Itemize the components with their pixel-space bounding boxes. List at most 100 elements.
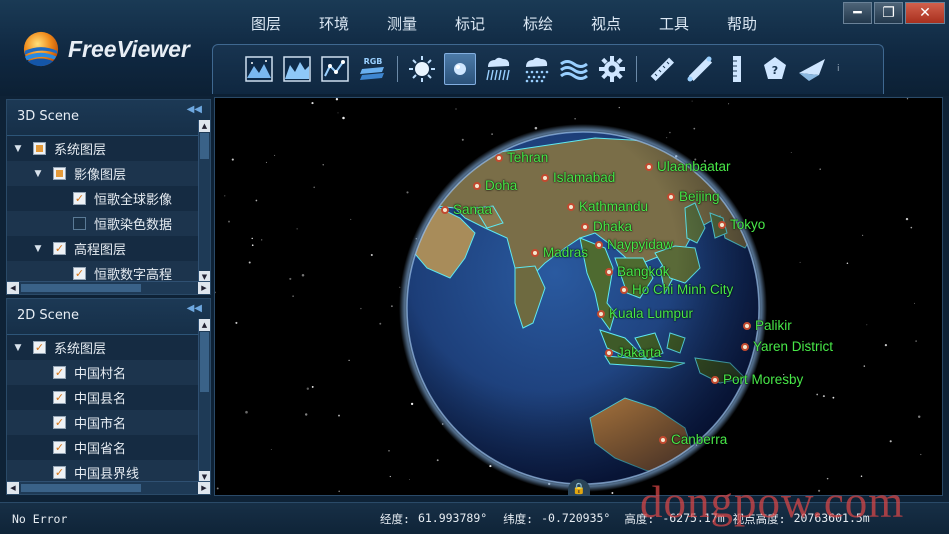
tree-item-system-layers-2d[interactable]: ▼ ✓ 系统图层 [7,335,198,360]
tree-item-city-names[interactable]: ✓ 中国市名 [7,410,198,435]
globe-viewport[interactable]: Tehran Doha Islamabad Ulaanbaatar Sanaa … [214,97,943,496]
image-layer-icon[interactable] [243,53,275,85]
city-marker[interactable]: Ulaanbaatar [645,159,731,175]
status-bar: No Error 经度: 61.993789° 纬度: -0.720935° 高… [0,502,949,534]
scroll-up-arrow-icon[interactable]: ▲ [199,319,210,331]
menu-tools[interactable]: 工具 [640,8,708,40]
city-marker[interactable]: Tehran [495,150,548,166]
menu-environment[interactable]: 环境 [300,8,368,40]
tree-item-province-names[interactable]: ✓ 中国省名 [7,435,198,460]
scroll-thumb[interactable] [21,484,141,492]
layer-checkbox[interactable] [33,142,46,155]
layer-checkbox[interactable]: ✓ [53,242,66,255]
city-marker[interactable]: Dhaka [581,219,632,235]
scroll-right-arrow-icon[interactable]: ▶ [198,482,210,494]
city-marker[interactable]: Tokyo [718,217,765,233]
rgb-layer-icon[interactable]: RGB [357,53,389,85]
layer-checkbox[interactable]: ✓ [73,267,86,280]
city-marker[interactable]: Ho Chi Minh City [620,282,733,298]
scene3d-vertical-scrollbar[interactable]: ▲ ▼ [198,120,210,283]
rain-icon[interactable] [482,53,514,85]
layer-checkbox[interactable]: ✓ [53,466,66,479]
path-ruler-icon[interactable] [683,53,715,85]
scroll-up-arrow-icon[interactable]: ▲ [199,120,210,132]
tree-item-village-names[interactable]: ✓ 中国村名 [7,360,198,385]
menu-measure[interactable]: 测量 [368,8,436,40]
menu-viewpoint[interactable]: 视点 [572,8,640,40]
city-marker[interactable]: Kathmandu [567,199,648,215]
fly-plane-icon[interactable] [797,53,829,85]
scroll-left-arrow-icon[interactable]: ◀ [7,282,19,294]
scene3d-horizontal-scrollbar[interactable]: ◀ ▶ [7,281,210,294]
city-dot-icon [605,349,613,357]
city-marker[interactable]: Jakarta [605,345,661,361]
city-marker[interactable]: Bangkok [605,264,670,280]
tree-item-elevation-layers[interactable]: ▼ ✓ 高程图层 [7,236,198,261]
restore-button[interactable]: ❐ [874,2,903,24]
scene2d-vertical-scrollbar[interactable]: ▲ ▼ [198,319,210,483]
menu-markers[interactable]: 标记 [436,8,504,40]
water-icon[interactable] [558,53,590,85]
height-ruler-icon[interactable] [721,53,753,85]
tree-item-digital-elevation[interactable]: ✓ 恒歌数字高程 [7,261,198,283]
longitude-value: 61.993789° [417,510,488,525]
snow-icon[interactable] [520,53,552,85]
tree-item-county-names[interactable]: ✓ 中国县名 [7,385,198,410]
scroll-thumb[interactable] [200,133,209,159]
lock-icon[interactable]: 🔒 [568,479,590,495]
city-marker[interactable]: Beijing [667,189,720,205]
scene2d-horizontal-scrollbar[interactable]: ◀ ▶ [7,481,210,494]
layer-checkbox[interactable]: ✓ [53,391,66,404]
city-marker[interactable]: Naypyidaw [595,237,673,253]
latitude-value: -0.720935° [541,510,611,525]
city-marker[interactable]: Yaren District [741,339,833,355]
city-marker[interactable]: Sanaa [441,202,492,218]
expand-arrow-icon[interactable]: ▼ [31,244,45,254]
scene3d-collapse-icon[interactable]: ◀◀ [187,100,202,120]
settings-gear-icon[interactable] [596,53,628,85]
city-marker[interactable]: Madras [531,245,588,261]
info-marker-icon[interactable]: ? [759,53,791,85]
tree-item-county-borders[interactable]: ✓ 中国县界线 [7,460,198,483]
toolbar: RGB ? i [212,44,884,94]
scroll-right-arrow-icon[interactable]: ▶ [198,282,210,294]
tree-item-label: 中国市名 [74,417,127,432]
close-button[interactable]: ✕ [905,2,945,24]
layer-checkbox[interactable]: ✓ [73,192,86,205]
scroll-left-arrow-icon[interactable]: ◀ [7,482,19,494]
menu-help[interactable]: 帮助 [708,8,776,40]
layer-checkbox[interactable] [53,167,66,180]
tree-item-imagery-layers[interactable]: ▼ 影像图层 [7,161,198,186]
vector-layer-icon[interactable] [319,53,351,85]
tree-item-global-imagery[interactable]: ✓ 恒歌全球影像 [7,186,198,211]
city-marker[interactable]: Islamabad [541,170,615,186]
minimize-button[interactable]: ━ [843,2,872,24]
scroll-thumb[interactable] [21,284,141,292]
layer-checkbox[interactable] [73,217,86,230]
menu-plotting[interactable]: 标绘 [504,8,572,40]
toolbar-more-indicator[interactable]: i [837,64,840,74]
city-marker[interactable]: Kuala Lumpur [597,306,693,322]
sun-icon[interactable] [406,53,438,85]
status-coordinates: 经度: 61.993789° 纬度: -0.720935° 高度: -6275.… [380,511,870,527]
city-marker[interactable]: Palikir [743,318,792,334]
distance-ruler-icon[interactable] [645,53,677,85]
city-marker[interactable]: Canberra [659,432,727,448]
expand-arrow-icon[interactable]: ▼ [11,144,25,154]
scene2d-collapse-icon[interactable]: ◀◀ [187,299,202,319]
scroll-thumb[interactable] [200,332,209,392]
layer-checkbox[interactable]: ✓ [53,416,66,429]
layer-checkbox[interactable]: ✓ [53,366,66,379]
expand-arrow-icon[interactable]: ▼ [11,343,25,353]
city-marker[interactable]: Doha [473,178,517,194]
terrain-layer-icon[interactable] [281,53,313,85]
earth-globe[interactable] [215,98,943,496]
city-marker[interactable]: Port Moresby [711,372,803,388]
layer-checkbox[interactable]: ✓ [33,341,46,354]
layer-checkbox[interactable]: ✓ [53,441,66,454]
globe-view-icon[interactable] [444,53,476,85]
menu-layers[interactable]: 图层 [232,8,300,40]
expand-arrow-icon[interactable]: ▼ [31,169,45,179]
tree-item-system-layers-3d[interactable]: ▼ 系统图层 [7,136,198,161]
tree-item-dye-data[interactable]: 恒歌染色数据 [7,211,198,236]
